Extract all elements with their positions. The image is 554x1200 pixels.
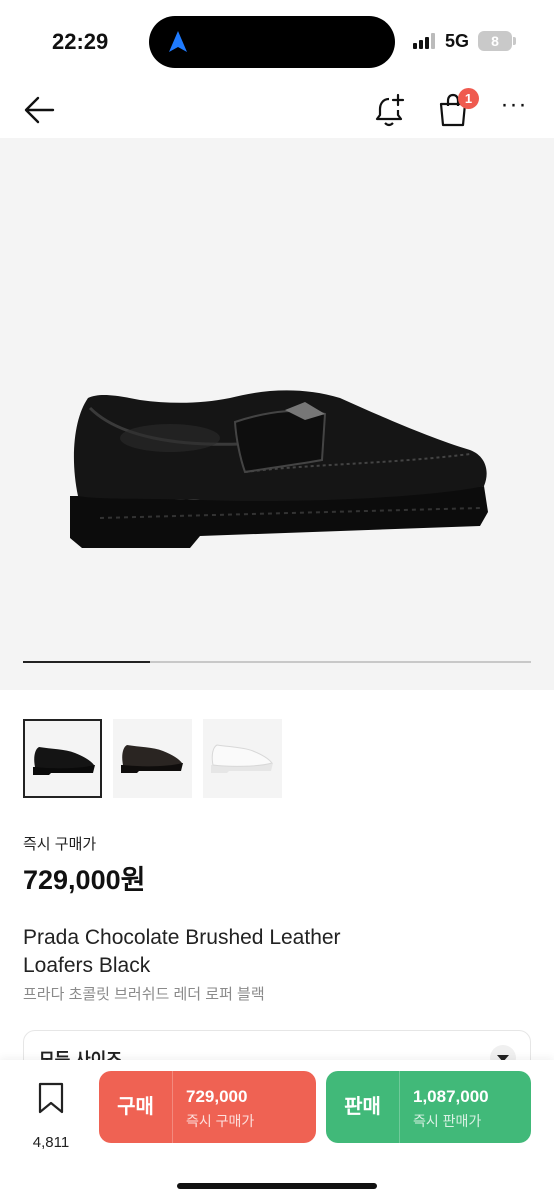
thumbnail-black[interactable]	[23, 719, 102, 798]
battery-level: 8	[491, 33, 499, 49]
thumbnail-shoe-black	[33, 747, 95, 775]
back-arrow-icon[interactable]	[22, 92, 58, 128]
bottom-action-bar: 4,811 구매 729,000 즉시 구매가 판매 1,087,000 즉시 …	[0, 1060, 554, 1200]
buy-divider	[172, 1071, 173, 1143]
network-label: 5G	[445, 31, 470, 51]
sell-sub-label: 즉시 판매가	[413, 1113, 482, 1129]
home-indicator	[177, 1183, 377, 1189]
buy-label: 구매	[117, 1096, 154, 1118]
sell-price: 1,087,000	[413, 1087, 489, 1106]
product-image-loafer	[70, 390, 488, 548]
location-arrow-icon	[169, 31, 187, 52]
cart-count-badge: 1	[458, 88, 479, 109]
status-time: 22:29	[52, 29, 109, 54]
gallery-progress	[23, 661, 531, 663]
thumbnail-white[interactable]	[203, 719, 282, 798]
bookmark-button[interactable]: 4,811	[28, 1082, 74, 1151]
buy-button[interactable]: 구매 729,000 즉시 구매가	[99, 1071, 316, 1143]
dynamic-island	[149, 16, 395, 68]
signal-icon	[413, 33, 437, 49]
thumbnail-brown[interactable]	[113, 719, 192, 798]
bookmark-count: 4,811	[32, 1134, 70, 1151]
product-image-carousel[interactable]	[0, 138, 554, 690]
price-label: 즉시 구매가	[23, 836, 97, 853]
product-name-en: Prada Chocolate Brushed Leather Loafers …	[23, 924, 443, 980]
status-bar: 22:29 5G 8	[0, 0, 554, 86]
product-name-line1: Prada Chocolate Brushed Leather	[23, 926, 341, 949]
gallery-progress-fill	[23, 661, 150, 663]
battery-icon: 8	[478, 31, 512, 51]
bell-plus-icon[interactable]	[373, 92, 407, 128]
sell-button[interactable]: 판매 1,087,000 즉시 판매가	[326, 1071, 531, 1143]
product-name-line2: Loafers Black	[23, 954, 151, 977]
bookmark-icon	[38, 1082, 64, 1114]
thumbnail-shoe-brown	[121, 745, 183, 773]
buy-price: 729,000	[186, 1087, 248, 1106]
buy-sub-label: 즉시 구매가	[186, 1113, 255, 1129]
thumbnail-shoe-white	[211, 744, 273, 773]
battery-tip	[513, 37, 516, 45]
sell-divider	[399, 1071, 400, 1143]
instant-buy-price: 729,000원	[23, 865, 146, 895]
more-icon[interactable]: ···	[500, 93, 528, 124]
product-name-ko: 프라다 초콜릿 브러쉬드 레더 로퍼 블랙	[23, 986, 265, 1003]
sell-label: 판매	[344, 1096, 381, 1118]
